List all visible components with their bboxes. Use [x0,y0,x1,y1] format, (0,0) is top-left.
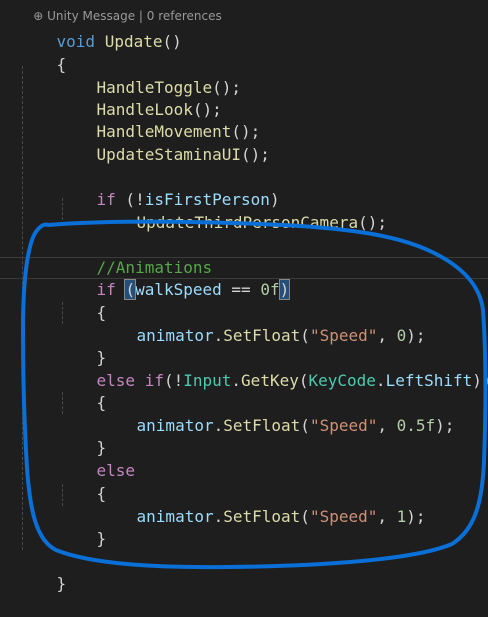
annotation-scribble [21,219,488,570]
annotation-circle-stroke [21,219,488,570]
code-editor[interactable]: ⊕ Unity Message | 0 references void Upda… [0,0,488,593]
